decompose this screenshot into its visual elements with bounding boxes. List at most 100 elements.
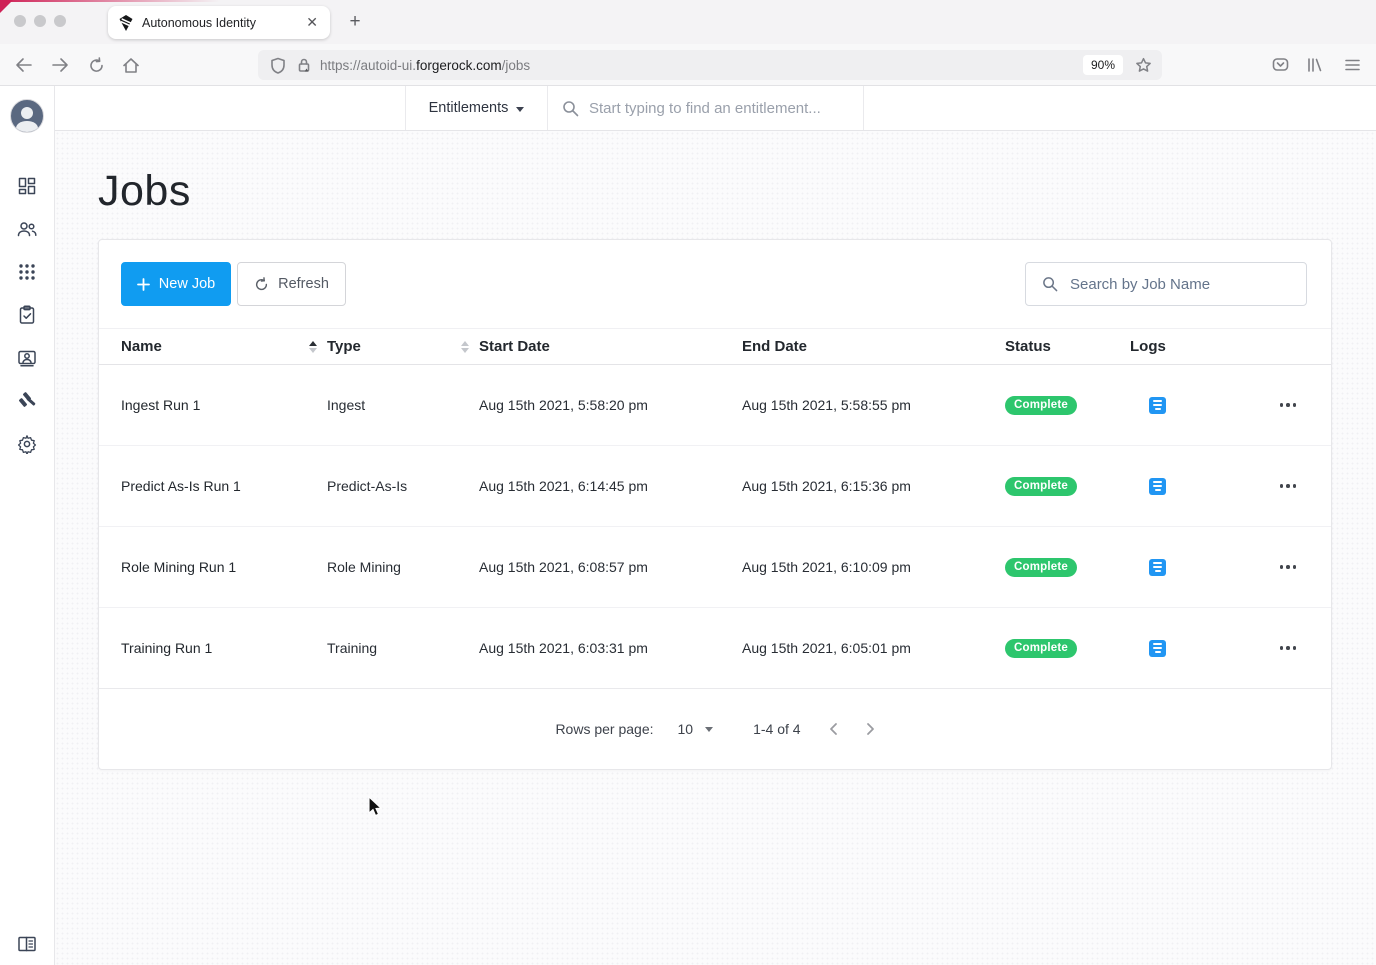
previous-page-button[interactable] xyxy=(829,722,838,736)
job-type: Training xyxy=(327,640,378,656)
reload-icon[interactable] xyxy=(84,53,108,77)
new-tab-button[interactable]: + xyxy=(342,9,368,35)
sidebar-item-identities[interactable] xyxy=(15,347,39,369)
forward-icon[interactable] xyxy=(48,53,72,77)
refresh-button[interactable]: Refresh xyxy=(237,262,346,306)
view-logs-icon[interactable] xyxy=(1149,396,1166,414)
context-dropdown-label: Entitlements xyxy=(428,100,509,116)
sort-icon[interactable] xyxy=(309,340,317,353)
applications-grid-icon xyxy=(19,264,35,280)
user-avatar[interactable] xyxy=(10,99,44,133)
job-end-date: Aug 15th 2021, 5:58:55 pm xyxy=(742,397,911,413)
tasks-clipboard-icon xyxy=(19,305,35,324)
table-row[interactable]: Predict As-Is Run 1 Predict-As-Is Aug 15… xyxy=(99,446,1331,527)
job-end-date: Aug 15th 2021, 6:05:01 pm xyxy=(742,640,911,656)
table-row[interactable]: Role Mining Run 1 Role Mining Aug 15th 2… xyxy=(99,527,1331,608)
table-row[interactable]: Training Run 1 Training Aug 15th 2021, 6… xyxy=(99,608,1331,689)
chevron-left-icon xyxy=(829,723,837,735)
new-job-button[interactable]: New Job xyxy=(121,262,231,306)
status-badge: Complete xyxy=(1005,639,1077,658)
window-controls[interactable] xyxy=(14,15,66,27)
back-icon[interactable] xyxy=(12,53,36,77)
job-start-date: Aug 15th 2021, 6:08:57 pm xyxy=(479,559,648,575)
job-type: Predict-As-Is xyxy=(327,478,408,494)
sidebar-item-settings[interactable] xyxy=(15,433,39,455)
column-header-status[interactable]: Status xyxy=(1005,338,1130,355)
rows-per-page-select[interactable]: 10 xyxy=(678,721,714,737)
context-dropdown[interactable]: Entitlements xyxy=(405,86,548,130)
sidebar-nav xyxy=(15,175,39,455)
job-name: Role Mining Run 1 xyxy=(121,559,237,575)
table-row[interactable]: Ingest Run 1 Ingest Aug 15th 2021, 5:58:… xyxy=(99,365,1331,446)
zoom-level-badge[interactable]: 90% xyxy=(1082,55,1123,75)
sidebar-item-rules[interactable] xyxy=(15,390,39,412)
job-start-date: Aug 15th 2021, 5:58:20 pm xyxy=(479,397,648,413)
tab-title: Autonomous Identity xyxy=(142,15,256,30)
forgerock-favicon-icon xyxy=(118,14,134,31)
sort-icon[interactable] xyxy=(461,340,469,353)
job-name: Ingest Run 1 xyxy=(121,397,201,413)
view-logs-icon[interactable] xyxy=(1149,558,1166,576)
tracking-shield-icon[interactable] xyxy=(270,57,286,74)
url-text[interactable]: https://autoid-ui.forgerock.com/jobs xyxy=(320,58,530,73)
column-header-end-date[interactable]: End Date xyxy=(742,338,1005,355)
app-topbar: Entitlements xyxy=(55,86,1376,131)
browser-window: Autonomous Identity ✕ + https://autoid-u… xyxy=(0,0,1376,965)
job-search-input[interactable] xyxy=(1070,275,1280,293)
sidebar-item-tasks[interactable] xyxy=(15,304,39,326)
window-close-button[interactable] xyxy=(14,15,26,27)
rows-per-page-label: Rows per page: xyxy=(555,721,654,737)
view-logs-icon[interactable] xyxy=(1149,639,1166,657)
status-badge: Complete xyxy=(1005,396,1077,415)
jobs-card-toolbar: New Job Refresh xyxy=(99,240,1331,328)
sidebar-collapse-button[interactable] xyxy=(17,935,37,953)
chevron-down-icon xyxy=(705,726,714,732)
tab-close-icon[interactable]: ✕ xyxy=(304,14,320,31)
search-icon xyxy=(562,100,579,117)
row-actions-menu-icon[interactable] xyxy=(1276,478,1301,494)
window-minimize-button[interactable] xyxy=(34,15,46,27)
job-type: Ingest xyxy=(327,397,366,413)
status-badge: Complete xyxy=(1005,477,1077,496)
browser-titlebar: Autonomous Identity ✕ + xyxy=(0,0,1376,44)
sidebar-item-dashboard[interactable] xyxy=(15,175,39,197)
job-end-date: Aug 15th 2021, 6:10:09 pm xyxy=(742,559,911,575)
menu-hamburger-icon[interactable] xyxy=(1340,53,1364,77)
row-actions-menu-icon[interactable] xyxy=(1276,559,1301,575)
sidebar-item-applications[interactable] xyxy=(15,261,39,283)
entitlement-search-input[interactable] xyxy=(589,99,839,117)
pocket-icon[interactable] xyxy=(1268,53,1292,77)
page-content: Jobs New Job Refresh Search by Job Name … xyxy=(55,131,1376,965)
job-search xyxy=(1025,262,1307,306)
column-header-logs[interactable]: Logs xyxy=(1130,338,1245,355)
row-actions-menu-icon[interactable] xyxy=(1276,640,1301,656)
bookmark-star-icon[interactable] xyxy=(1135,57,1152,74)
table-pagination: Rows per page: 10 1-4 of 4 xyxy=(99,689,1331,769)
column-header-name[interactable]: Name xyxy=(121,338,327,355)
page-title: Jobs xyxy=(98,167,191,215)
row-actions-menu-icon[interactable] xyxy=(1276,397,1301,413)
view-logs-icon[interactable] xyxy=(1149,477,1166,495)
table-header-row: Name Type Start Date End Date Status Log… xyxy=(99,328,1331,365)
address-bar[interactable]: https://autoid-ui.forgerock.com/jobs 90% xyxy=(258,50,1162,80)
mouse-cursor xyxy=(368,795,384,824)
column-header-type[interactable]: Type xyxy=(327,338,479,355)
main-area: Entitlements Jobs New xyxy=(55,86,1376,965)
job-name: Predict As-Is Run 1 xyxy=(121,478,241,494)
sidebar-item-users[interactable] xyxy=(15,218,39,240)
connection-lock-icon[interactable] xyxy=(296,57,312,74)
plus-icon xyxy=(136,277,150,291)
sidebar xyxy=(0,86,55,965)
browser-tab[interactable]: Autonomous Identity ✕ xyxy=(108,6,330,39)
column-header-start-date[interactable]: Start Date xyxy=(479,338,742,355)
library-icon[interactable] xyxy=(1303,53,1327,77)
window-zoom-button[interactable] xyxy=(54,15,66,27)
users-icon xyxy=(17,222,37,237)
home-icon[interactable] xyxy=(119,53,143,77)
settings-gear-icon xyxy=(17,435,37,454)
identity-card-icon xyxy=(18,350,36,367)
next-page-button[interactable] xyxy=(866,722,875,736)
job-start-date: Aug 15th 2021, 6:03:31 pm xyxy=(479,640,648,656)
job-type: Role Mining xyxy=(327,559,401,575)
rules-gavel-icon xyxy=(18,392,36,407)
